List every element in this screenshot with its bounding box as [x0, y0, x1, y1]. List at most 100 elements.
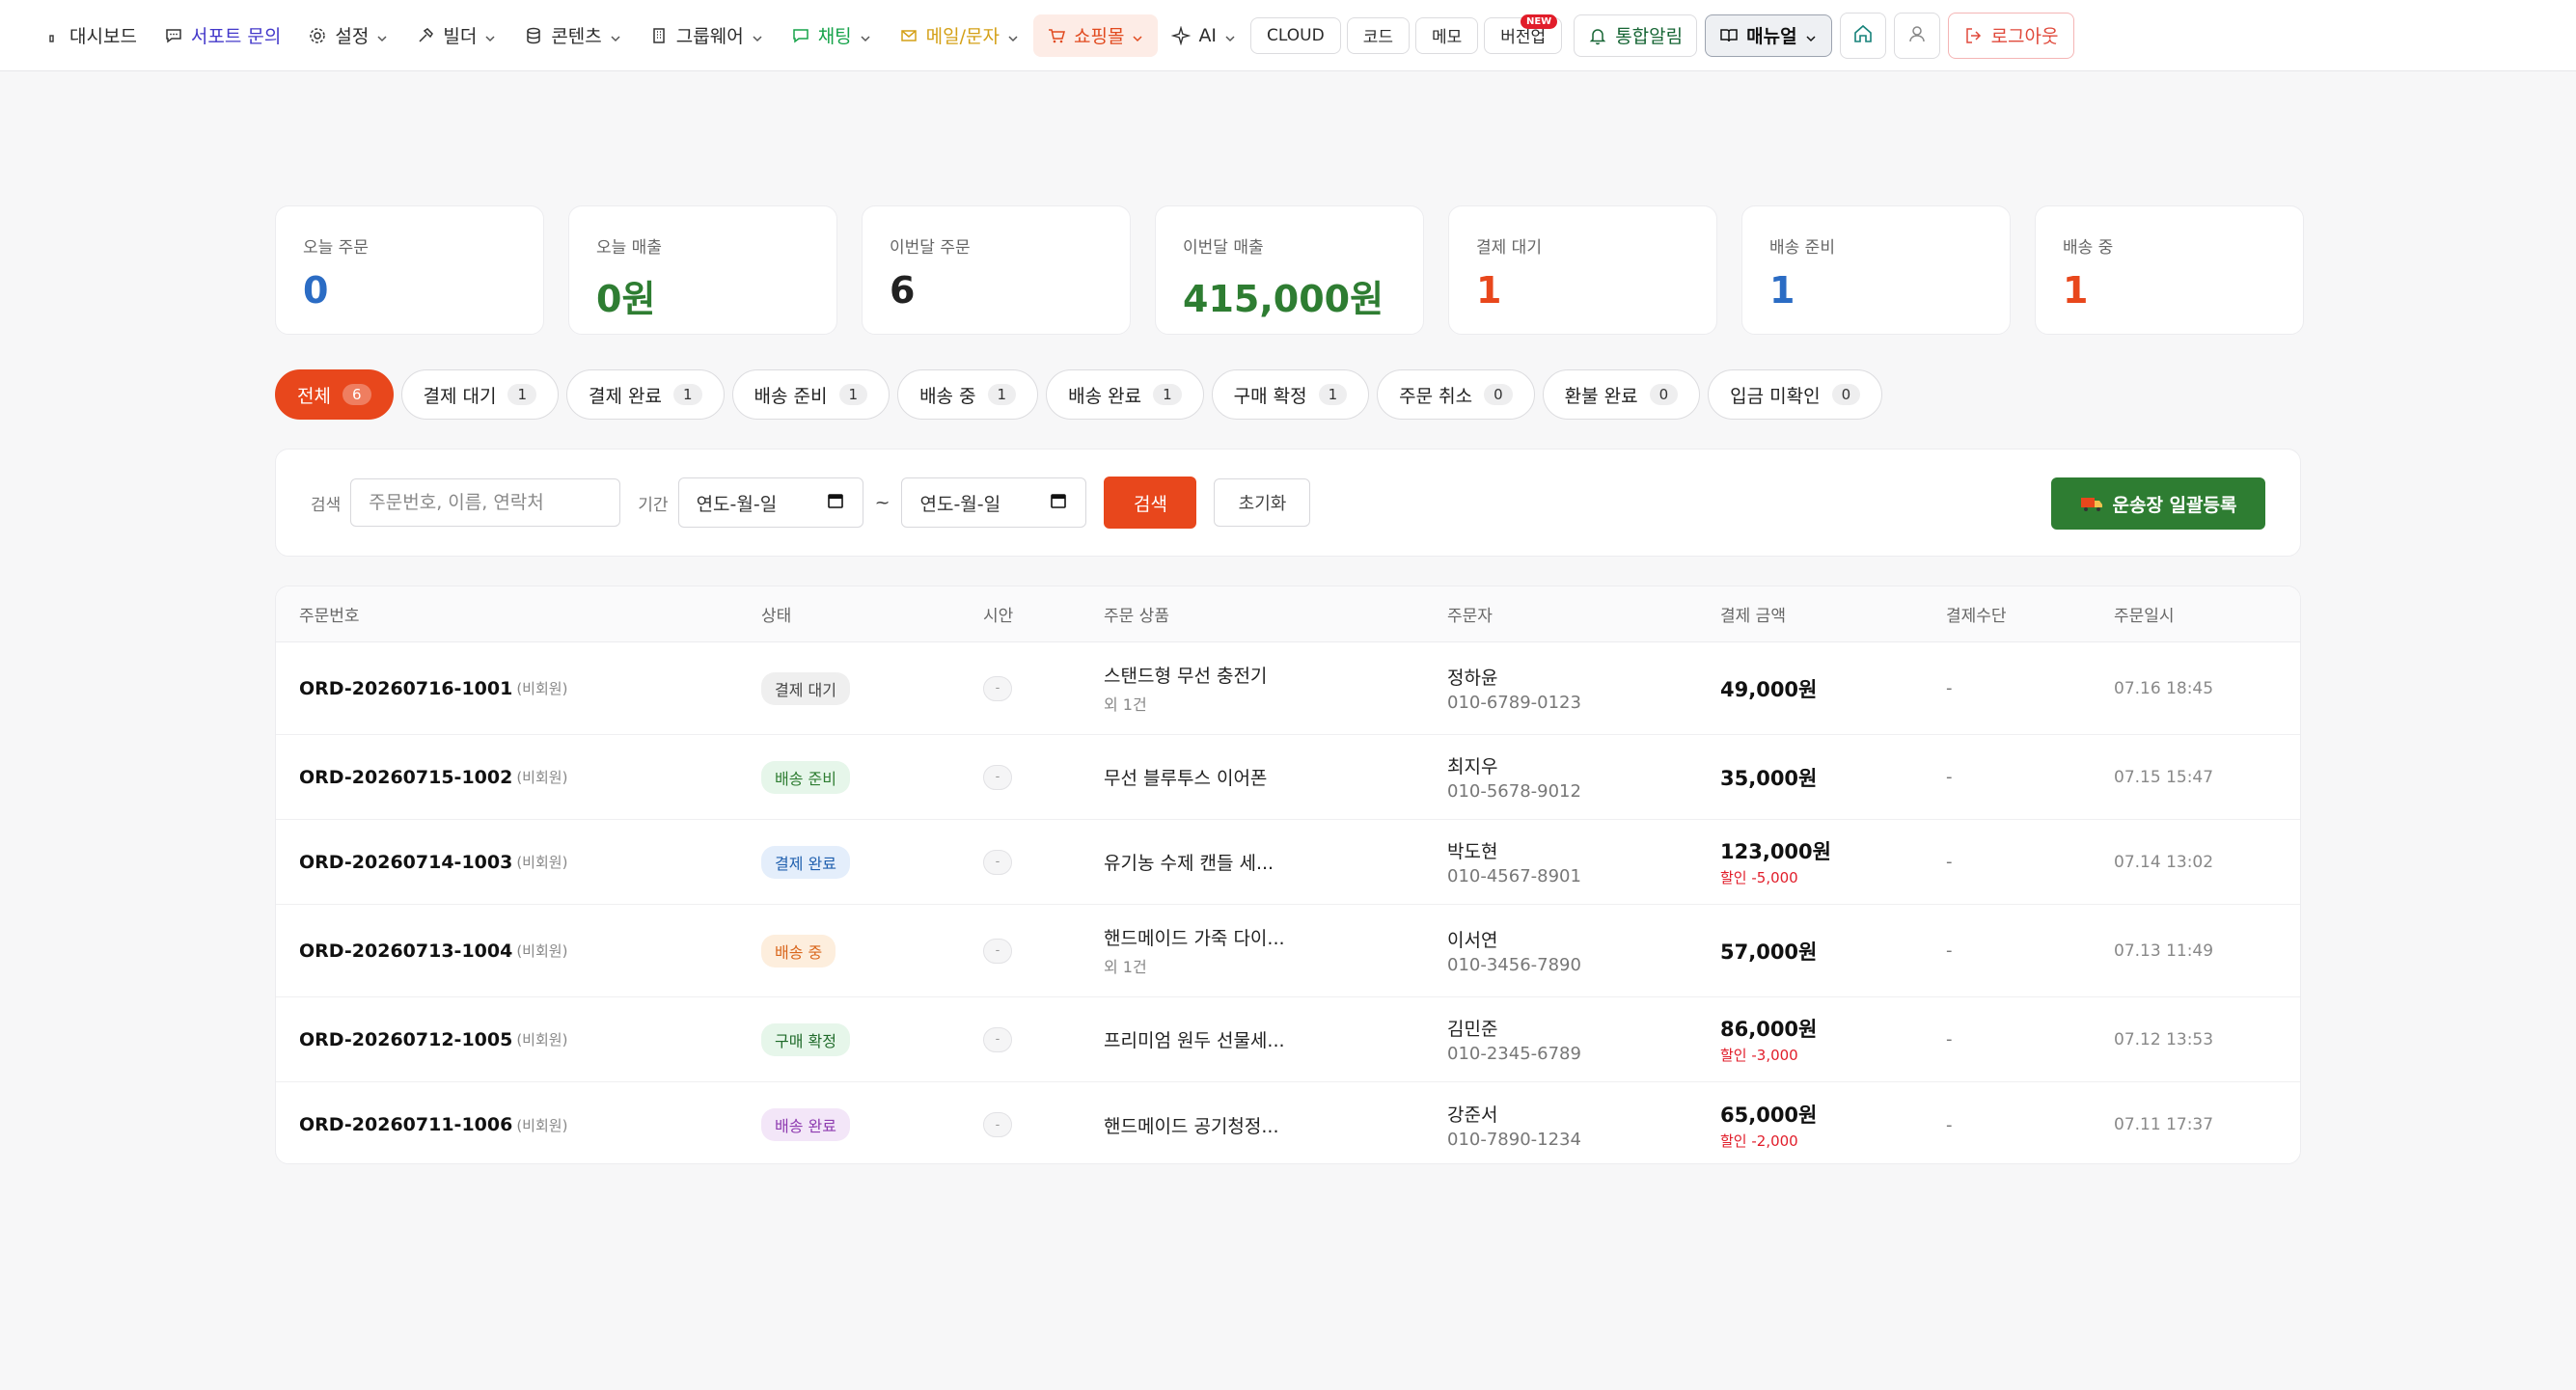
- table-row[interactable]: ORD-20260715-1002 (비회원) 배송 준비 - 무선 블루투스 …: [276, 735, 2300, 820]
- order-id-cell[interactable]: ORD-20260714-1003 (비회원): [299, 820, 567, 904]
- search-button[interactable]: 검색: [1104, 477, 1197, 529]
- order-id-cell[interactable]: ORD-20260713-1004 (비회원): [299, 905, 567, 996]
- nav-mail[interactable]: 메일/문자: [886, 14, 1033, 57]
- search-input[interactable]: [350, 478, 621, 527]
- table-row[interactable]: ORD-20260716-1001 (비회원) 결제 대기 - 스탠드형 무선 …: [276, 642, 2300, 735]
- status-badge: 결제 완료: [761, 845, 850, 879]
- tab-shipping[interactable]: 배송 중 1: [897, 369, 1039, 420]
- header-order-id[interactable]: 주문번호: [299, 586, 360, 641]
- header-payment[interactable]: 결제수단: [1946, 586, 2007, 641]
- product-name: 스탠드형 무선 충전기: [1104, 666, 1268, 687]
- reset-button[interactable]: 초기화: [1214, 478, 1311, 527]
- status-badge: 결제 대기: [761, 671, 850, 705]
- tab-count: 1: [673, 384, 702, 405]
- header-status[interactable]: 상태: [761, 586, 791, 641]
- order-id-cell[interactable]: ORD-20260711-1006 (비회원): [299, 1082, 567, 1163]
- tab-cancelled[interactable]: 주문 취소 0: [1377, 369, 1535, 420]
- nav-alarm[interactable]: 통합알림: [1574, 14, 1698, 57]
- header-product[interactable]: 주문 상품: [1104, 586, 1169, 641]
- order-id-cell[interactable]: ORD-20260716-1001 (비회원): [299, 642, 567, 734]
- tab-payment-pending[interactable]: 결제 대기 1: [400, 369, 560, 420]
- order-id[interactable]: ORD-20260715-1002: [299, 767, 512, 788]
- nav-builder[interactable]: 빌더: [402, 14, 510, 57]
- order-id[interactable]: ORD-20260716-1001: [299, 678, 512, 699]
- nav-dashboard[interactable]: 대시보드: [29, 14, 151, 57]
- table-row[interactable]: ORD-20260713-1004 (비회원) 배송 중 - 핸드메이드 가죽 …: [276, 905, 2300, 997]
- tab-count: 0: [1831, 384, 1861, 405]
- date-range-separator: ~: [874, 492, 891, 513]
- tab-label: 배송 준비: [754, 385, 828, 407]
- header-customer[interactable]: 주문자: [1447, 586, 1493, 641]
- header-date[interactable]: 주문일시: [2114, 586, 2175, 641]
- table-row[interactable]: ORD-20260712-1005 (비회원) 구매 확정 - 프리미엄 원두 …: [276, 997, 2300, 1082]
- tab-refunded[interactable]: 환불 완료 0: [1542, 369, 1701, 420]
- stat-label: 배송 중: [2063, 238, 2114, 258]
- database-icon: [524, 26, 543, 45]
- nav-memo[interactable]: 메모: [1414, 16, 1479, 54]
- order-id[interactable]: ORD-20260712-1005: [299, 1029, 512, 1050]
- payment-amount: 35,000원: [1720, 766, 1818, 790]
- date-to-input[interactable]: 연도-월-일: [901, 477, 1087, 528]
- status-badge: 구매 확정: [761, 1022, 850, 1056]
- customer-phone: 010-7890-1234: [1447, 1129, 1581, 1150]
- customer-name: 김민준: [1447, 1019, 1498, 1040]
- nav-cloud[interactable]: CLOUD: [1250, 16, 1341, 54]
- time-pill: -: [983, 675, 1012, 701]
- payment-cell: -: [1946, 1082, 1953, 1163]
- tab-label: 배송 중: [919, 385, 976, 407]
- nav-shop[interactable]: 쇼핑몰: [1032, 14, 1159, 57]
- payment-method: -: [1946, 852, 1953, 872]
- customer-phone: 010-4567-8901: [1447, 866, 1581, 886]
- nav-contents[interactable]: 콘텐츠: [510, 14, 635, 57]
- payment-amount: 86,000원: [1720, 1018, 1818, 1041]
- guest-tag: (비회원): [516, 854, 568, 871]
- nav-code[interactable]: 코드: [1346, 16, 1410, 54]
- tab-ship-ready[interactable]: 배송 준비 1: [731, 369, 891, 420]
- order-id[interactable]: ORD-20260714-1003: [299, 852, 512, 873]
- stat-value: 0: [303, 269, 329, 312]
- order-id-cell[interactable]: ORD-20260712-1005 (비회원): [299, 997, 567, 1081]
- tab-all[interactable]: 전체 6: [275, 369, 394, 420]
- nav-builder-label: 빌더: [443, 26, 478, 47]
- nav-shop-label: 쇼핑몰: [1073, 26, 1125, 47]
- profile-button[interactable]: [1893, 12, 1940, 59]
- nav-logout-label: 로그아웃: [1990, 26, 2059, 47]
- payment-amount: 123,000원: [1720, 840, 1831, 863]
- header-amount[interactable]: 결제 금액: [1720, 586, 1786, 641]
- amount-cell: 123,000원 할인 -5,000: [1720, 820, 1831, 904]
- tab-label: 입금 미확인: [1730, 385, 1821, 407]
- logout-button[interactable]: 로그아웃: [1947, 12, 2075, 59]
- calendar-icon: [1049, 491, 1068, 515]
- date-cell: 07.15 15:47: [2114, 735, 2213, 819]
- tab-delivered[interactable]: 배송 완료 1: [1046, 369, 1204, 420]
- stat-value: 1: [1769, 269, 1795, 312]
- hammer-icon: [416, 26, 435, 45]
- tab-unconfirmed-deposit[interactable]: 입금 미확인 0: [1708, 369, 1883, 420]
- amount-cell: 35,000원: [1720, 735, 1817, 819]
- date-cell: 07.14 13:02: [2114, 820, 2213, 904]
- table-row[interactable]: ORD-20260711-1006 (비회원) 배송 완료 - 핸드메이드 공기…: [276, 1082, 2300, 1163]
- payment-amount: 65,000원: [1720, 1103, 1818, 1127]
- nav-manual[interactable]: 매뉴얼: [1705, 14, 1832, 57]
- bulk-waybill-button[interactable]: 운송장 일괄등록: [2051, 477, 2265, 530]
- nav-groupware[interactable]: 그룹웨어: [636, 14, 778, 57]
- header-time[interactable]: 시안: [983, 586, 1013, 641]
- payment-cell: -: [1946, 735, 1953, 819]
- tab-confirmed[interactable]: 구매 확정 1: [1211, 369, 1370, 420]
- nav-version[interactable]: 버전업 NEW: [1484, 14, 1563, 54]
- order-id[interactable]: ORD-20260713-1004: [299, 940, 512, 962]
- nav-chat[interactable]: 채팅: [778, 14, 886, 57]
- home-button[interactable]: [1839, 12, 1886, 59]
- table-row[interactable]: ORD-20260714-1003 (비회원) 결제 완료 - 유기농 수제 캔…: [276, 820, 2300, 905]
- nav-settings[interactable]: 설정: [294, 14, 402, 57]
- date-from-input[interactable]: 연도-월-일: [677, 477, 863, 528]
- customer-name: 강준서: [1447, 1104, 1498, 1126]
- order-id-cell[interactable]: ORD-20260715-1002 (비회원): [299, 735, 567, 819]
- guest-tag: (비회원): [516, 680, 568, 697]
- order-id[interactable]: ORD-20260711-1006: [299, 1114, 512, 1135]
- nav-support[interactable]: 서포트 문의: [151, 14, 294, 57]
- tab-count: 1: [1318, 384, 1348, 405]
- nav-ai[interactable]: AI: [1158, 14, 1250, 57]
- tab-payment-done[interactable]: 결제 완료 1: [566, 369, 725, 420]
- nav-cloud-label: CLOUD: [1267, 25, 1325, 45]
